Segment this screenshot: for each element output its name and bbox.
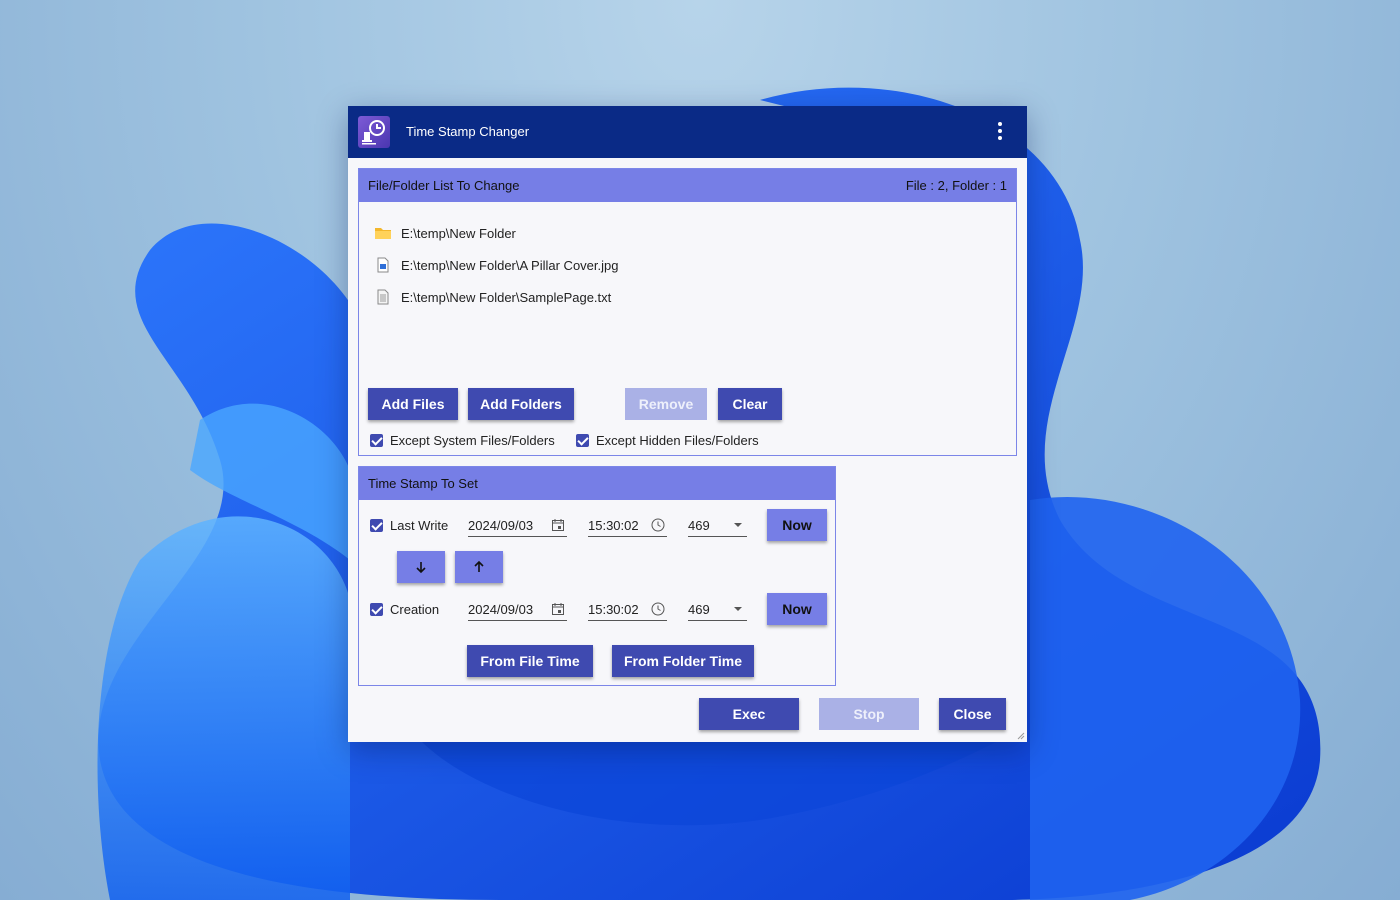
creation-now-button[interactable]: Now [767,593,827,625]
creation-date-value: 2024/09/03 [468,601,534,617]
creation-checkbox[interactable]: Creation [370,602,439,617]
title-bar: Time Stamp Changer [348,106,1027,158]
clock-icon[interactable] [651,518,665,532]
arrow-down-icon [416,562,426,574]
last-write-date-value: 2024/09/03 [468,517,534,533]
copy-up-button[interactable] [455,551,503,583]
from-file-time-button[interactable]: From File Time [467,645,593,677]
main-window: Time Stamp Changer File/Folder List To C… [348,106,1027,742]
exec-button[interactable]: Exec [699,698,799,730]
creation-label: Creation [390,602,440,617]
arrow-up-icon [474,560,484,572]
file-folder-section: File/Folder List To Change File : 2, Fol… [358,168,1017,456]
text-file-icon [375,289,391,305]
except-system-checkbox[interactable]: Except System Files/Folders [370,433,555,448]
file-path: E:\temp\New Folder\SamplePage.txt [401,289,612,305]
last-write-time-value: 15:30:02 [588,517,639,533]
image-file-icon [375,257,391,273]
add-folders-button[interactable]: Add Folders [468,388,574,420]
last-write-checkbox[interactable]: Last Write [370,518,448,533]
creation-time-field[interactable]: 15:30:02 [588,598,667,621]
stop-button[interactable]: Stop [819,698,919,730]
checkbox-checked-icon [576,434,589,447]
file-folder-count: File : 2, Folder : 1 [905,178,1007,193]
file-folder-header-label: File/Folder List To Change [368,178,520,193]
last-write-date-field[interactable]: 2024/09/03 [468,514,567,537]
except-system-label: Except System Files/Folders [390,433,555,448]
window-title: Time Stamp Changer [406,124,530,139]
last-write-ms-dropdown[interactable]: 469 [688,514,747,537]
chevron-down-icon [731,602,745,616]
last-write-time-field[interactable]: 15:30:02 [588,514,667,537]
kebab-menu-icon[interactable] [993,122,1007,142]
creation-ms-value: 469 [688,601,710,617]
file-folder-header: File/Folder List To Change File : 2, Fol… [359,169,1016,202]
last-write-now-button[interactable]: Now [767,509,827,541]
file-list: E:\temp\New Folder E:\temp\New Folder\A … [375,217,618,313]
chevron-down-icon [731,518,745,532]
file-path: E:\temp\New Folder\A Pillar Cover.jpg [401,257,619,273]
checkbox-checked-icon [370,519,383,532]
calendar-icon[interactable] [551,518,565,532]
last-write-ms-value: 469 [688,517,710,533]
app-clock-icon [358,116,390,148]
checkbox-checked-icon [370,603,383,616]
copy-down-button[interactable] [397,551,445,583]
clock-icon[interactable] [651,602,665,616]
except-hidden-label: Except Hidden Files/Folders [596,433,759,448]
creation-date-field[interactable]: 2024/09/03 [468,598,567,621]
folder-icon [375,225,391,241]
remove-button[interactable]: Remove [625,388,707,420]
except-hidden-checkbox[interactable]: Except Hidden Files/Folders [576,433,759,448]
list-item[interactable]: E:\temp\New Folder\SamplePage.txt [375,281,618,313]
timestamp-header-label: Time Stamp To Set [368,476,478,491]
checkbox-checked-icon [370,434,383,447]
creation-ms-dropdown[interactable]: 469 [688,598,747,621]
list-item[interactable]: E:\temp\New Folder\A Pillar Cover.jpg [375,249,618,281]
resize-grip-icon[interactable] [1017,732,1025,740]
list-item[interactable]: E:\temp\New Folder [375,217,618,249]
timestamp-section: Time Stamp To Set Last Write 2024/09/03 … [358,466,836,686]
clear-button[interactable]: Clear [718,388,782,420]
creation-time-value: 15:30:02 [588,601,639,617]
add-files-button[interactable]: Add Files [368,388,458,420]
calendar-icon[interactable] [551,602,565,616]
last-write-label: Last Write [390,518,449,533]
timestamp-header: Time Stamp To Set [359,467,835,500]
close-button[interactable]: Close [939,698,1006,730]
file-path: E:\temp\New Folder [401,225,516,241]
from-folder-time-button[interactable]: From Folder Time [612,645,754,677]
